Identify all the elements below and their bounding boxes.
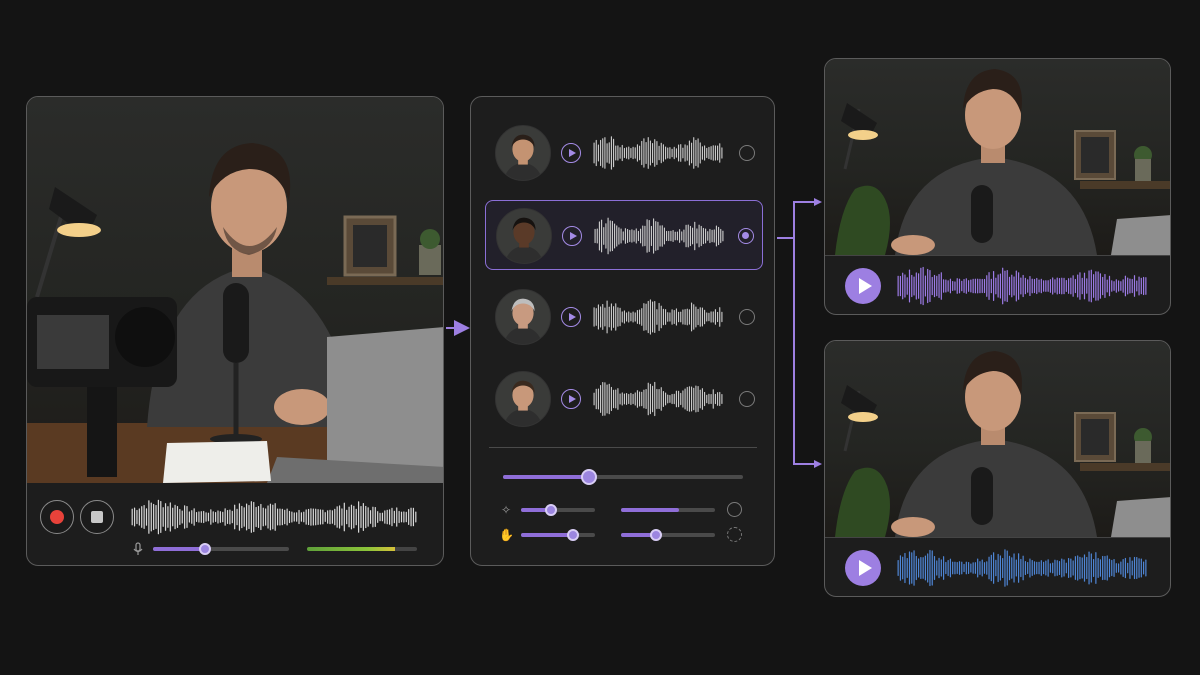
mic-gain-slider[interactable] [153, 543, 289, 555]
input-level-meter [307, 547, 417, 551]
sparkle-icon: ✧ [500, 503, 512, 517]
voice-option[interactable] [485, 118, 763, 188]
avatar-man-gray-hair [495, 289, 551, 345]
voice-conversion-workflow: ✧ ✋ [0, 0, 1200, 675]
pitch-secondary-slider[interactable] [621, 508, 715, 512]
arrow-to-outputs [777, 201, 818, 465]
record-button[interactable] [40, 500, 74, 534]
voice-option[interactable] [485, 200, 763, 270]
preview-play-icon[interactable] [561, 389, 581, 409]
recording-video-preview [27, 97, 443, 483]
voice-sample-waveform [593, 136, 723, 170]
output-video-preview-1 [825, 59, 1170, 255]
tone-slider[interactable] [521, 529, 595, 541]
avatar-man-dark-skin-beard [496, 208, 552, 264]
voice-select-radio[interactable] [739, 309, 755, 325]
voice-sample-waveform [594, 217, 724, 255]
preview-play-icon[interactable] [561, 143, 581, 163]
microphone-icon [131, 542, 145, 556]
panel-divider [489, 447, 757, 448]
voice-sample-waveform [593, 299, 723, 335]
hand-icon: ✋ [499, 528, 514, 542]
output-panel-1 [824, 58, 1171, 315]
play-button[interactable] [845, 268, 881, 304]
voice-sample-waveform [593, 381, 723, 417]
output-panel-2 [824, 340, 1171, 597]
voice-selection-panel: ✧ ✋ [470, 96, 775, 566]
speaker-scene [835, 351, 1170, 537]
pitch-slider[interactable] [521, 504, 595, 516]
voice-option[interactable] [485, 364, 763, 434]
avatar-man-short-dark-hair [495, 125, 551, 181]
voice-select-radio[interactable] [739, 391, 755, 407]
stop-icon [91, 511, 103, 523]
output-divider [825, 255, 1170, 256]
output-divider [825, 537, 1170, 538]
speaker-scene [835, 69, 1170, 255]
output-video-preview-2 [825, 341, 1170, 537]
preview-play-icon[interactable] [561, 307, 581, 327]
pitch-toggle[interactable] [727, 502, 742, 517]
stop-button[interactable] [80, 500, 114, 534]
tone-secondary-slider[interactable] [621, 529, 715, 541]
recorder-panel [26, 96, 444, 566]
voice-select-radio[interactable] [738, 228, 754, 244]
output-waveform-1 [897, 266, 1147, 306]
avatar-young-man [495, 371, 551, 427]
play-button[interactable] [845, 550, 881, 586]
master-slider[interactable] [503, 469, 743, 485]
record-icon [50, 510, 64, 524]
voice-select-radio[interactable] [739, 145, 755, 161]
output-waveform-2 [897, 549, 1147, 587]
reset-icon[interactable] [727, 527, 742, 542]
input-waveform [131, 499, 417, 535]
voice-option[interactable] [485, 282, 763, 352]
preview-play-icon[interactable] [562, 226, 582, 246]
